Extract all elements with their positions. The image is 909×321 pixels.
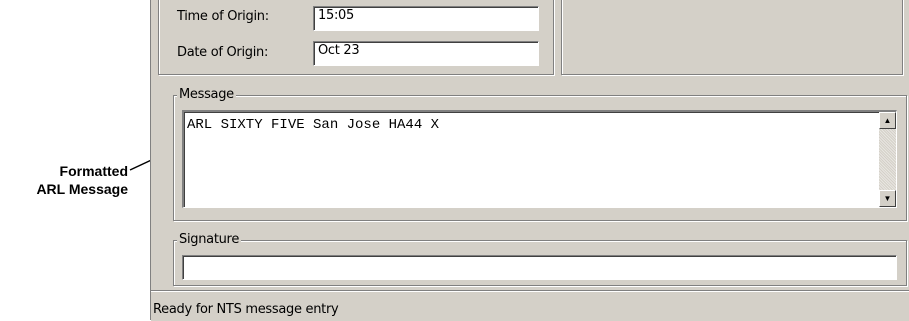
callout-annotation: Formatted ARL Message [0, 162, 128, 198]
status-bar: Ready for NTS message entry [151, 290, 909, 321]
message-scrollbar[interactable]: ▲ ▼ [879, 112, 896, 207]
message-textarea[interactable]: ARL SIXTY FIVE San Jose HA44 X ▲ ▼ [182, 110, 897, 208]
time-of-origin-field[interactable]: 15:05 [313, 6, 539, 31]
right-info-group [561, 0, 903, 75]
scroll-up-icon[interactable]: ▲ [879, 112, 896, 129]
signature-group-title: Signature [177, 232, 242, 247]
message-group-title: Message [177, 87, 236, 102]
date-of-origin-field[interactable]: Oct 23 [313, 41, 539, 66]
scroll-down-icon[interactable]: ▼ [879, 190, 896, 207]
message-text: ARL SIXTY FIVE San Jose HA44 X [187, 117, 440, 133]
nts-message-window: Time of Origin: 15:05 Date of Origin: Oc… [150, 0, 909, 321]
time-of-origin-label: Time of Origin: [177, 9, 269, 24]
signature-field[interactable] [182, 255, 897, 280]
status-text: Ready for NTS message entry [153, 302, 339, 317]
callout-line-1: Formatted [59, 163, 128, 179]
date-of-origin-label: Date of Origin: [177, 45, 269, 60]
callout-line-2: ARL Message [36, 181, 128, 197]
